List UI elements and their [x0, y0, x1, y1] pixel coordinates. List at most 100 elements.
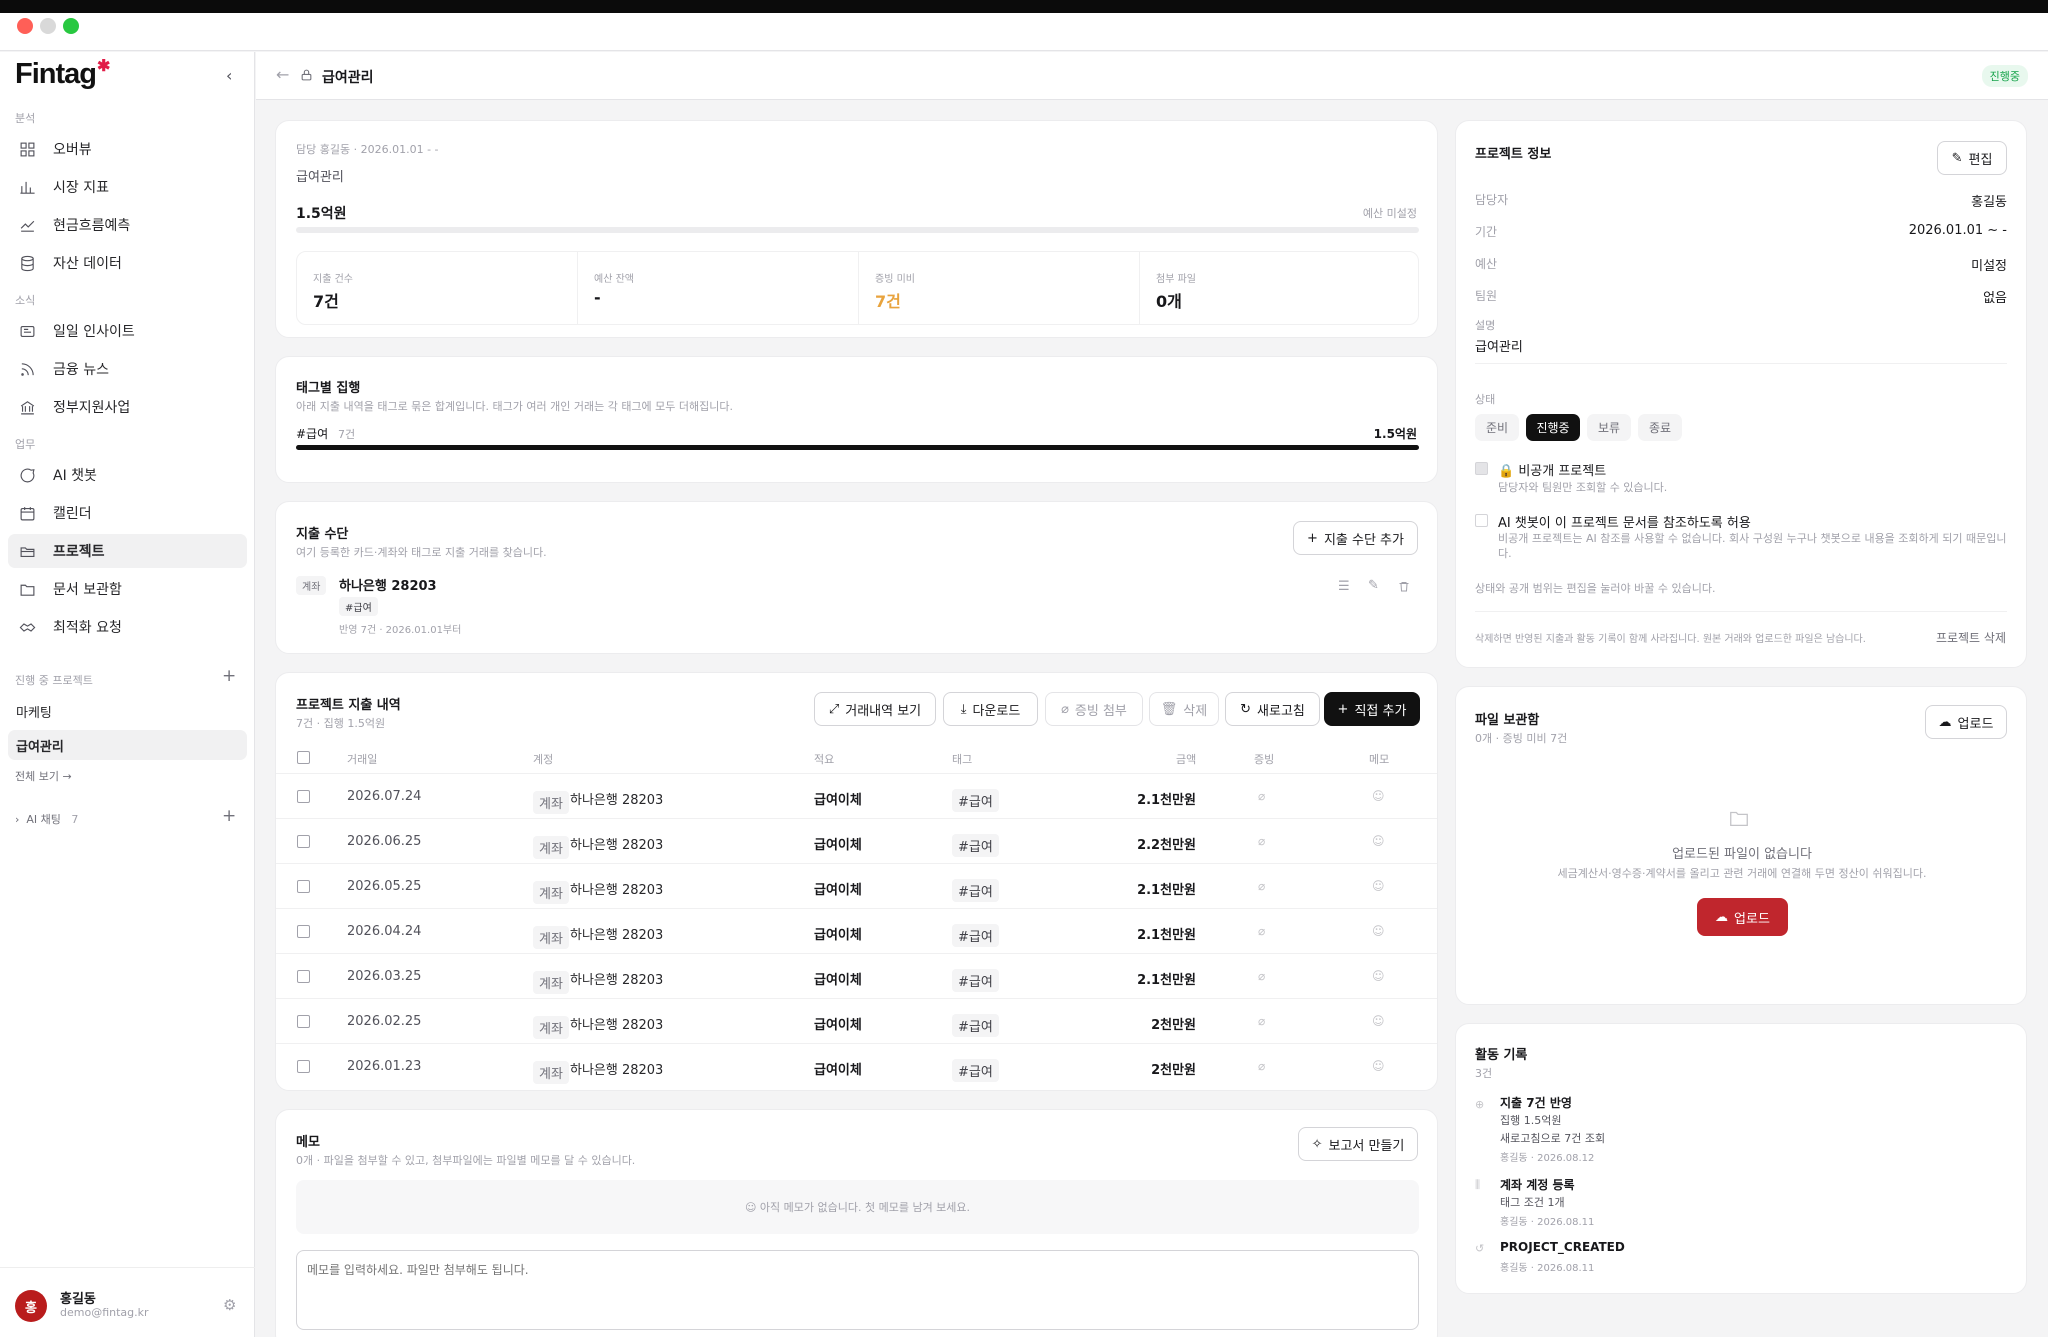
create-report-button[interactable]: ✧ 보고서 만들기: [1298, 1127, 1418, 1161]
paperclip-icon[interactable]: ⌀: [1258, 1059, 1265, 1073]
view-all-link[interactable]: 전체 보기 →: [15, 768, 72, 784]
memo-icon[interactable]: ☺: [1372, 969, 1385, 983]
private-project-checkbox[interactable]: [1475, 462, 1488, 475]
upload-cta-button[interactable]: ☁ 업로드: [1697, 898, 1788, 936]
sidebar-item-assets[interactable]: 자산 데이터: [8, 246, 247, 280]
column-header-memo[interactable]: 적요: [814, 751, 834, 767]
sidebar-item-finance-news[interactable]: 금융 뉴스: [8, 352, 247, 386]
sidebar-item-label: 문서 보관함: [53, 582, 122, 598]
paperclip-icon[interactable]: ⌀: [1258, 834, 1265, 848]
stat-value: 0개: [1156, 292, 1182, 311]
files-subtitle: 0개 · 증빙 미비 7건: [1475, 732, 1568, 745]
user-profile[interactable]: 홍 홍길동 demo@fintag.kr ⚙: [0, 1267, 255, 1337]
add-expense-button[interactable]: + 직접 추가: [1324, 692, 1420, 726]
delete-button[interactable]: 🗑 삭제: [1149, 692, 1219, 726]
memo-input[interactable]: [296, 1250, 1419, 1330]
row-checkbox[interactable]: [297, 835, 310, 848]
column-header-note[interactable]: 메모: [1369, 751, 1389, 767]
attach-evidence-button[interactable]: ⌀ 증빙 첨부: [1045, 692, 1143, 726]
row-checkbox[interactable]: [297, 925, 310, 938]
table-row[interactable]: 2026.05.25 계좌 하나은행 28203 급여이체 #급여 2.1천만원 ⌀ ☺: [276, 863, 1437, 908]
ai-reference-checkbox[interactable]: [1475, 514, 1488, 527]
stat-missing-evidence: 증빙 미비 7건: [859, 252, 1140, 324]
memo-icon[interactable]: ☺: [1372, 834, 1385, 848]
sidebar-item-market[interactable]: 시장 지표: [8, 170, 247, 204]
add-payment-method-button[interactable]: + 지출 수단 추가: [1293, 521, 1418, 555]
sidebar-item-optimization[interactable]: 최적화 요청: [8, 610, 247, 644]
sidebar-item-cashflow[interactable]: 현금흐름예측: [8, 208, 247, 242]
column-header-tag[interactable]: 태그: [952, 751, 972, 767]
expenses-subtitle: 7건 · 집행 1.5억원: [296, 717, 386, 730]
row-amount: 2천만원: [1151, 1063, 1196, 1078]
button-label: 직접 추가: [1354, 703, 1407, 719]
view-transactions-button[interactable]: ⤢ 거래내역 보기: [814, 692, 936, 726]
rss-icon: [18, 360, 36, 378]
app-logo[interactable]: Fintag✱: [15, 58, 110, 91]
add-project-icon[interactable]: +: [222, 666, 236, 686]
maximize-window-button[interactable]: [63, 18, 79, 34]
gear-icon[interactable]: ⚙: [223, 1296, 236, 1314]
back-arrow-icon[interactable]: ←: [276, 65, 289, 84]
table-row[interactable]: 2026.02.25 계좌 하나은행 28203 급여이체 #급여 2천만원 ⌀ ☺: [276, 998, 1437, 1043]
project-link-payroll[interactable]: 급여관리: [8, 730, 247, 760]
memo-icon[interactable]: ☺: [1372, 924, 1385, 938]
memo-icon[interactable]: ☺: [1372, 1059, 1385, 1073]
paperclip-icon[interactable]: ⌀: [1258, 1014, 1265, 1028]
delete-project-link[interactable]: 프로젝트 삭제: [1936, 629, 2006, 646]
memo-icon[interactable]: ☺: [1372, 1014, 1385, 1028]
row-checkbox[interactable]: [297, 970, 310, 983]
ai-chat-toggle[interactable]: › AI 채팅 7: [15, 811, 78, 827]
paperclip-icon[interactable]: ⌀: [1258, 924, 1265, 938]
row-memo: 급여이체: [814, 838, 862, 853]
column-header-evidence[interactable]: 증빙: [1254, 751, 1274, 767]
button-label: 보고서 만들기: [1328, 1138, 1405, 1154]
paperclip-icon[interactable]: ⌀: [1258, 789, 1265, 803]
select-all-checkbox[interactable]: [297, 751, 310, 764]
memo-icon[interactable]: ☺: [1372, 789, 1385, 803]
sidebar-item-ai-chatbot[interactable]: AI 챗봇: [8, 458, 247, 492]
sidebar-item-daily-insight[interactable]: 일일 인사이트: [8, 314, 247, 348]
status-option-in-progress[interactable]: 진행중: [1526, 414, 1580, 441]
memo-icon[interactable]: ☺: [1372, 879, 1385, 893]
row-checkbox[interactable]: [297, 790, 310, 803]
minimize-window-button[interactable]: [40, 18, 56, 34]
column-header-amount[interactable]: 금액: [1176, 751, 1196, 767]
sidebar-item-overview[interactable]: 오버뷰: [8, 132, 247, 166]
download-button[interactable]: ⤓ 다운로드: [943, 692, 1038, 726]
table-row[interactable]: 2026.07.24 계좌 하나은행 28203 급여이체 #급여 2.1천만원 ⌀ ☺: [276, 773, 1437, 818]
filter-list-icon[interactable]: ☰: [1338, 579, 1350, 594]
refresh-button[interactable]: ↻ 새로고침: [1225, 692, 1320, 726]
upload-button[interactable]: ☁ 업로드: [1925, 705, 2007, 739]
sidebar-item-calendar[interactable]: 캘린더: [8, 496, 247, 530]
column-header-account[interactable]: 계정: [533, 751, 553, 767]
row-checkbox[interactable]: [297, 880, 310, 893]
button-label: 다운로드: [972, 703, 1021, 719]
paperclip-icon[interactable]: ⌀: [1258, 969, 1265, 983]
status-option-ready[interactable]: 준비: [1475, 414, 1519, 441]
row-checkbox[interactable]: [297, 1060, 310, 1073]
status-option-hold[interactable]: 보류: [1587, 414, 1631, 441]
paperclip-icon[interactable]: ⌀: [1258, 879, 1265, 893]
stats-row: 지출 건수 7건 예산 잔액 - 증빙 미비 7건 첨부 파일 0개: [296, 251, 1419, 325]
sidebar-item-projects[interactable]: 프로젝트: [8, 534, 247, 568]
row-checkbox[interactable]: [297, 1015, 310, 1028]
column-header-date[interactable]: 거래일: [347, 751, 377, 767]
bank-icon: ⫼: [1475, 1178, 1481, 1191]
table-row[interactable]: 2026.03.25 계좌 하나은행 28203 급여이체 #급여 2.1천만원 ⌀ ☺: [276, 953, 1437, 998]
total-amount: 1.5억원: [296, 206, 347, 222]
tag-amount: 1.5억원: [1373, 427, 1417, 441]
edit-project-button[interactable]: ✎ 편집: [1937, 141, 2007, 175]
table-row[interactable]: 2026.06.25 계좌 하나은행 28203 급여이체 #급여 2.2천만원 ⌀ ☺: [276, 818, 1437, 863]
project-link-marketing[interactable]: 마케팅: [8, 696, 247, 726]
table-row[interactable]: 2026.01.23 계좌 하나은행 28203 급여이체 #급여 2천만원 ⌀ ☺: [276, 1043, 1437, 1088]
edit-pencil-icon[interactable]: ✎: [1368, 578, 1379, 593]
sidebar-item-gov-support[interactable]: 정부지원사업: [8, 390, 247, 424]
trash-icon[interactable]: [1398, 578, 1410, 597]
collapse-sidebar-icon[interactable]: ‹: [226, 66, 232, 85]
close-window-button[interactable]: [17, 18, 33, 34]
table-row[interactable]: 2026.04.24 계좌 하나은행 28203 급여이체 #급여 2.1천만원 ⌀ ☺: [276, 908, 1437, 953]
add-chat-icon[interactable]: +: [222, 806, 236, 826]
sidebar-item-documents[interactable]: 문서 보관함: [8, 572, 247, 606]
status-option-done[interactable]: 종료: [1638, 414, 1682, 441]
activity-item-meta: 홍길동 · 2026.08.11: [1500, 1263, 1595, 1274]
